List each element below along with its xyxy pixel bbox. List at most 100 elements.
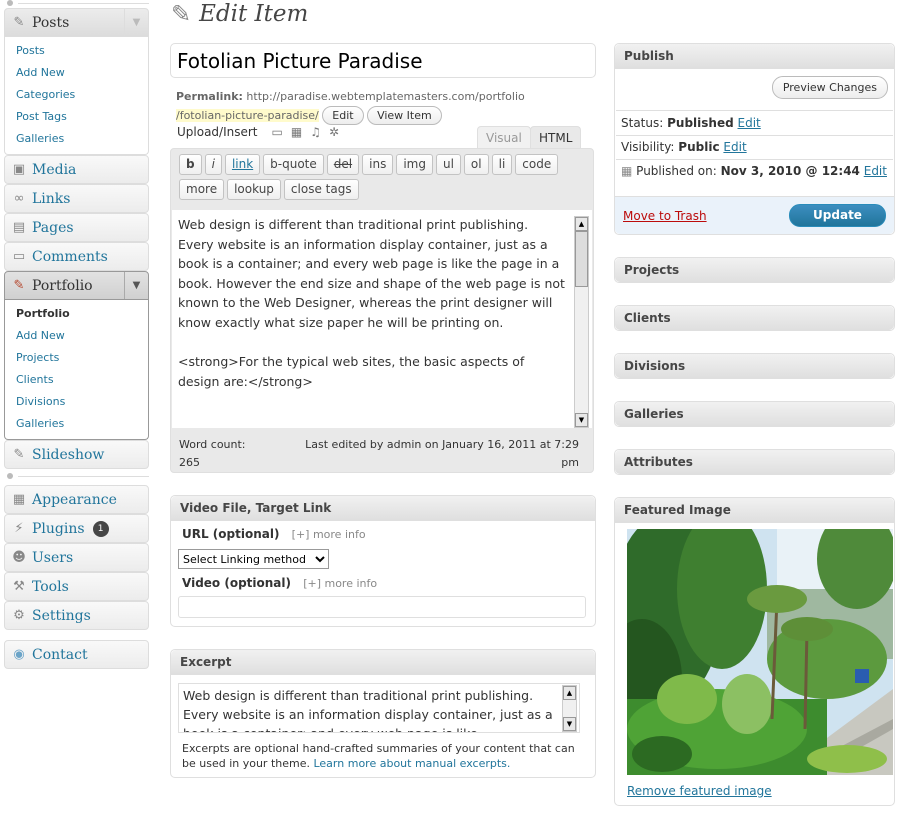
submenu-item-add-new-post[interactable]: Add New: [5, 62, 148, 84]
excerpt-scrollbar[interactable]: ▲ ▼: [562, 685, 577, 732]
menu-links-label: Links: [32, 190, 71, 207]
tab-html[interactable]: HTML: [530, 126, 582, 149]
plug-icon: ⚡: [14, 521, 24, 536]
edit-visibility-link[interactable]: Edit: [723, 140, 746, 154]
quicktag-more-button[interactable]: more: [179, 179, 225, 200]
menu-plugins[interactable]: ⚡ Plugins 1: [4, 514, 149, 543]
chevron-down-icon[interactable]: ▼: [124, 9, 148, 36]
excerpt-box-title[interactable]: Excerpt: [171, 650, 595, 675]
settings-icon: ⚙: [13, 608, 25, 623]
quicktag-ol-button[interactable]: ol: [463, 154, 489, 175]
submenu-item-divisions[interactable]: Divisions: [5, 391, 148, 413]
submenu-item-portfolio[interactable]: Portfolio: [5, 303, 148, 325]
menu-pages-label: Pages: [32, 219, 74, 236]
quicktag-code-button[interactable]: code: [515, 154, 559, 175]
permalink-slug[interactable]: /fotolian-picture-paradise/: [176, 108, 319, 122]
menu-portfolio[interactable]: ✎ Portfolio ▼: [4, 271, 149, 300]
quicktags-toolbar: b i link b-quote del ins img ul ol li code more loo…: [171, 149, 593, 204]
add-media-icon[interactable]: ✲: [329, 125, 339, 139]
menu-users[interactable]: ☻ Users: [4, 543, 149, 572]
menu-posts[interactable]: ✎ Posts ▼: [4, 8, 149, 37]
excerpt-textarea[interactable]: Web design is different than traditional…: [178, 683, 580, 733]
scroll-down-icon[interactable]: ▼: [575, 413, 588, 427]
move-to-trash-link[interactable]: Move to Trash: [623, 209, 707, 223]
menu-links[interactable]: ∞ Links: [4, 184, 149, 213]
menu-comments[interactable]: ▭ Comments: [4, 242, 149, 271]
quicktag-del-button[interactable]: del: [326, 154, 360, 175]
submenu-item-post-galleries[interactable]: Galleries: [5, 128, 148, 150]
excerpt-box: Excerpt Web design is different than tra…: [170, 649, 596, 778]
quicktag-li-button[interactable]: li: [491, 154, 513, 175]
quicktag-img-button[interactable]: img: [396, 154, 433, 175]
edit-date-link[interactable]: Edit: [864, 164, 887, 178]
publish-actions: Move to Trash Update: [615, 196, 894, 234]
menu-tools[interactable]: ⚒ Tools: [4, 572, 149, 601]
quicktag-link-button[interactable]: link: [224, 154, 261, 175]
media-icon: ▣: [12, 162, 26, 177]
clients-box[interactable]: Clients: [614, 305, 895, 331]
featured-image[interactable]: [627, 529, 893, 775]
status-row: Status: Published Edit: [621, 111, 761, 135]
content-scrollbar[interactable]: ▲ ▼: [574, 216, 589, 428]
remove-featured-image-link[interactable]: Remove featured image: [627, 784, 772, 798]
scroll-up-icon[interactable]: ▲: [575, 217, 588, 231]
submenu-item-galleries[interactable]: Galleries: [5, 413, 148, 435]
update-button[interactable]: Update: [789, 204, 886, 227]
divisions-box-title[interactable]: Divisions: [615, 354, 894, 378]
quicktag-ins-button[interactable]: ins: [362, 154, 394, 175]
add-video-icon[interactable]: ▦: [291, 125, 302, 139]
quicktag-bold-button[interactable]: b: [179, 154, 202, 175]
scroll-down-icon[interactable]: ▼: [563, 717, 576, 731]
submenu-item-post-tags[interactable]: Post Tags: [5, 106, 148, 128]
menu-appearance[interactable]: ▦ Appearance: [4, 485, 149, 514]
quicktag-close-tags-button[interactable]: close tags: [283, 179, 359, 200]
submenu-item-clients[interactable]: Clients: [5, 369, 148, 391]
attributes-box[interactable]: Attributes: [614, 449, 895, 475]
view-item-button[interactable]: View Item: [367, 106, 442, 125]
submenu-item-posts[interactable]: Posts: [5, 40, 148, 62]
scroll-up-icon[interactable]: ▲: [563, 686, 576, 700]
quicktag-lookup-button[interactable]: lookup: [227, 179, 281, 200]
galleries-box-title[interactable]: Galleries: [615, 402, 894, 426]
post-title-input[interactable]: [170, 43, 596, 78]
preview-changes-button[interactable]: Preview Changes: [771, 76, 888, 99]
divisions-box[interactable]: Divisions: [614, 353, 895, 379]
visibility-value: Public: [678, 140, 720, 154]
publish-box-title[interactable]: Publish: [615, 44, 894, 69]
attributes-box-title[interactable]: Attributes: [615, 450, 894, 474]
add-audio-icon[interactable]: ♫: [310, 125, 321, 139]
quicktag-blockquote-button[interactable]: b-quote: [263, 154, 324, 175]
menu-posts-label: Posts: [32, 14, 70, 31]
projects-box-title[interactable]: Projects: [615, 258, 894, 282]
menu-contact[interactable]: ◉ Contact: [4, 640, 149, 669]
menu-slideshow[interactable]: ✎ Slideshow: [4, 440, 149, 469]
pushpin-icon: ✎: [13, 278, 25, 293]
edit-permalink-button[interactable]: Edit: [322, 106, 364, 125]
tab-visual[interactable]: Visual: [477, 126, 531, 149]
submenu-item-add-new-item[interactable]: Add New: [5, 325, 148, 347]
submenu-portfolio: Portfolio Add New Projects Clients Divis…: [4, 300, 149, 440]
scrollbar-thumb[interactable]: [575, 231, 588, 287]
post-content-textarea[interactable]: Web design is different than traditional…: [172, 210, 592, 428]
add-image-icon[interactable]: ▭: [272, 125, 283, 139]
clients-box-title[interactable]: Clients: [615, 306, 894, 330]
menu-media[interactable]: ▣ Media: [4, 155, 149, 184]
submenu-item-projects[interactable]: Projects: [5, 347, 148, 369]
featured-image-box-title[interactable]: Featured Image: [615, 498, 894, 523]
projects-box[interactable]: Projects: [614, 257, 895, 283]
excerpt-learn-more-link[interactable]: Learn more about manual excerpts.: [313, 757, 510, 770]
linking-method-select[interactable]: Select Linking method: [178, 549, 329, 569]
chevron-down-icon[interactable]: ▼: [124, 272, 148, 299]
menu-settings[interactable]: ⚙ Settings: [4, 601, 149, 630]
edit-status-link[interactable]: Edit: [738, 116, 761, 130]
video-box-title[interactable]: Video File, Target Link: [171, 496, 595, 521]
galleries-box[interactable]: Galleries: [614, 401, 895, 427]
video-url-input[interactable]: [178, 596, 586, 618]
quicktag-ul-button[interactable]: ul: [435, 154, 461, 175]
url-more-info-link[interactable]: [+] more info: [292, 528, 366, 541]
quicktag-italic-button[interactable]: i: [204, 154, 222, 175]
menu-pages[interactable]: ▤ Pages: [4, 213, 149, 242]
video-more-info-link[interactable]: [+] more info: [303, 577, 377, 590]
submenu-item-categories[interactable]: Categories: [5, 84, 148, 106]
page-title: Edit Item: [199, 1, 309, 27]
